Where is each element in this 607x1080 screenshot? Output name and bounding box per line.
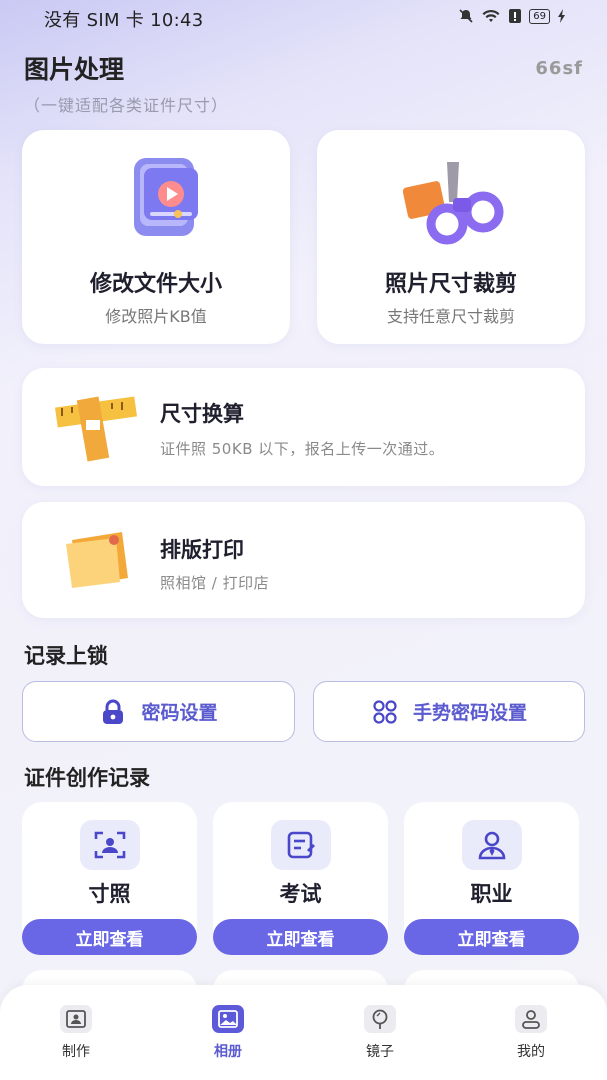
sticky-note-icon [66,532,128,588]
image-icon [212,1005,244,1033]
tab-mine[interactable]: 我的 [491,1005,571,1061]
crop-card-title: 照片尺寸裁剪 [384,272,517,297]
gesture-icon [373,699,397,724]
convert-card-subtitle: 证件照 50KB 以下，报名上传一次通过。 [160,440,445,458]
lock-section-title: 记录上锁 [24,644,108,668]
status-icons: 69 [458,8,567,24]
record-label-photo: 寸照 [88,882,131,906]
tab-album[interactable]: 相册 [188,1005,268,1061]
ruler-icon [54,396,138,462]
record-label-career: 职业 [470,882,513,906]
id-card-icon [60,1005,92,1033]
records-section-title: 证件创作记录 [24,766,150,790]
convert-card-title: 尺寸换算 [160,402,244,426]
crop-card-subtitle: 支持任意尺寸裁剪 [386,307,515,326]
record-card-photo[interactable]: 寸照 立即查看 [22,802,197,955]
charging-icon [558,9,565,23]
photo-crop-card[interactable]: 照片尺寸裁剪 支持任意尺寸裁剪 [317,130,585,344]
status-bar: 没有 SIM 卡 10:43 69 [0,0,607,36]
layout-print-card[interactable]: 排版打印 照相馆 / 打印店 [22,502,585,618]
portrait-frame-icon [79,820,140,870]
phone-video-icon [134,158,198,236]
print-card-title: 排版打印 [160,538,244,562]
page-title: 图片处理 [24,55,125,84]
record-label-exam: 考试 [279,882,322,906]
lock-icon [103,699,124,724]
alert-icon [509,9,522,23]
gesture-password-label: 手势密码设置 [412,702,527,724]
password-setting-label: 密码设置 [141,702,218,724]
tab-make-label: 制作 [62,1044,90,1060]
brand-label: 66sf [535,58,583,79]
battery-level: 69 [529,8,550,24]
password-setting-button[interactable]: 密码设置 [22,681,295,742]
resize-card-subtitle: 修改照片KB值 [105,307,207,326]
tab-make[interactable]: 制作 [36,1005,116,1061]
bottom-tab-bar: 制作 相册 镜子 我的 [0,985,607,1080]
tab-mine-label: 我的 [517,1044,545,1060]
tab-mirror[interactable]: 镜子 [340,1005,420,1061]
record-card-career[interactable]: 职业 立即查看 [404,802,579,955]
record-card-exam[interactable]: 考试 立即查看 [213,802,388,955]
size-convert-card[interactable]: 尺寸换算 证件照 50KB 以下，报名上传一次通过。 [22,368,585,486]
view-now-button-exam[interactable]: 立即查看 [213,919,388,955]
tab-mirror-label: 镜子 [366,1044,394,1060]
resize-file-card[interactable]: 修改文件大小 修改照片KB值 [22,130,290,344]
gesture-password-button[interactable]: 手势密码设置 [313,681,585,742]
resize-card-title: 修改文件大小 [89,272,222,297]
view-now-button-photo[interactable]: 立即查看 [22,919,197,955]
view-now-button-career[interactable]: 立即查看 [404,919,579,955]
status-carrier-time: 没有 SIM 卡 10:43 [44,10,204,31]
print-card-subtitle: 照相馆 / 打印店 [160,574,270,592]
mirror-icon [364,1005,396,1033]
tab-album-label: 相册 [214,1044,242,1060]
mute-bell-icon [459,9,473,23]
page-subtitle: （一键适配各类证件尺寸） [24,96,229,115]
wifi-icon [482,9,500,22]
scissors-icon [402,162,504,245]
user-icon [515,1005,547,1033]
document-icon [270,820,331,870]
professional-person-icon [461,820,522,870]
